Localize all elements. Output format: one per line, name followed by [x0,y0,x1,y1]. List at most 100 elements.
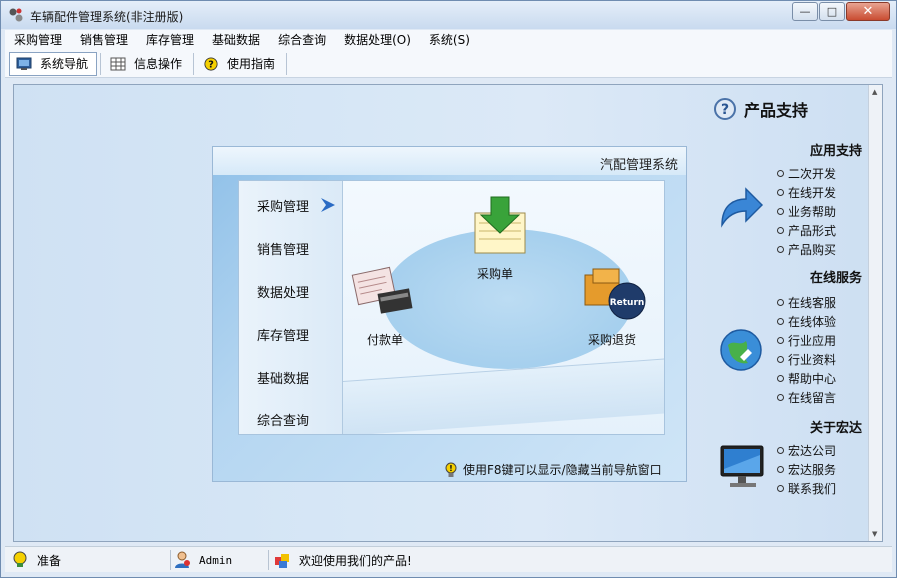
bullet-icon [777,466,784,473]
link-hongda-company[interactable]: 宏达公司 [777,442,836,459]
bullet-icon [777,394,784,401]
menu-bar: 采购管理 销售管理 库存管理 基础数据 综合查询 数据处理(O) 系统(S) [5,30,892,50]
toolbar-info-ops[interactable]: 信息操作 [104,52,190,76]
toolbar-user-guide[interactable]: ? 使用指南 [197,52,283,76]
globe-icon [720,329,762,371]
app-window: 车辆配件管理系统(非注册版) — □ ✕ 采购管理 销售管理 库存管理 基础数据… [0,0,897,578]
menu-system[interactable]: 系统(S) [420,30,479,50]
bullet-icon [777,227,784,234]
window-title: 车辆配件管理系统(非注册版) [30,10,184,24]
link-online-trial[interactable]: 在线体验 [777,313,836,330]
link-business-help[interactable]: 业务帮助 [777,203,836,220]
link-help-center[interactable]: 帮助中心 [777,370,836,387]
link-online-dev[interactable]: 在线开发 [777,184,836,201]
menu-query[interactable]: 综合查询 [269,30,335,50]
purchase-order-label[interactable]: 采购单 [477,265,513,282]
module-data-processing[interactable]: 数据处理 [257,282,309,301]
toolbar-system-nav[interactable]: 系统导航 [9,51,98,76]
support-help-icon: ? [714,98,736,120]
status-ready-text: 准备 [37,553,62,568]
link-industry-apps[interactable]: 行业应用 [777,332,836,349]
user-icon [175,551,190,568]
navigation-workspace: ▲ ▼ 汽配管理系统 采购管理 销售管理 数据处理 库存管理 基础数据 综合查询 [13,84,883,542]
purchase-return-icon[interactable]: Return [581,265,647,323]
menu-inventory[interactable]: 库存管理 [137,30,203,50]
bullet-icon [777,208,784,215]
module-basic-data[interactable]: 基础数据 [257,368,309,387]
menu-data-processing[interactable]: 数据处理(O) [335,30,420,50]
status-user-text: Admin [199,553,233,567]
selected-arrow-icon [321,198,335,212]
module-query[interactable]: 综合查询 [257,410,309,429]
bullet-icon [777,447,784,454]
link-product-form[interactable]: 产品形式 [777,222,836,239]
product-support-header: ? 产品支持 [714,97,808,121]
link-secondary-dev[interactable]: 二次开发 [777,165,836,182]
close-icon: ✕ [862,4,874,19]
grid-icon [110,57,126,70]
nav-toggle-hint-text: 使用F8键可以显示/隐藏当前导航窗口 [463,463,662,477]
link-product-purchase[interactable]: 产品购买 [777,241,836,258]
about-heading: 关于宏达 [810,421,863,436]
module-purchase[interactable]: 采购管理 [257,196,309,215]
share-arrow-icon [721,187,764,228]
nav-panel-title: 汽配管理系统 [599,158,678,173]
minimize-button[interactable]: — [792,2,818,21]
computer-monitor-icon [720,445,764,487]
link-leave-message[interactable]: 在线留言 [777,389,836,406]
vertical-scrollbar[interactable]: ▲ ▼ [868,85,882,541]
status-user: Admin [173,550,269,570]
page-curl-decoration [343,358,664,434]
bullet-icon [777,189,784,196]
menu-basic-data[interactable]: 基础数据 [203,30,269,50]
purchase-order-icon[interactable] [471,195,529,257]
toolbar-separator [286,52,288,75]
svg-text:?: ? [721,102,729,118]
bullet-icon [777,318,784,325]
return-badge-text: Return [610,298,645,308]
app-support-heading: 应用支持 [810,144,863,159]
payment-icon[interactable] [351,265,415,321]
svg-text:?: ? [208,59,214,70]
scroll-up-icon[interactable]: ▲ [872,88,877,96]
status-tip-icon [13,551,27,567]
link-online-service[interactable]: 在线客服 [777,294,836,311]
module-inventory[interactable]: 库存管理 [257,325,309,344]
toolbar: 系统导航 信息操作 ? 使用指南 [5,50,892,78]
window-controls: — □ ✕ [791,2,890,21]
nav-panel: 汽配管理系统 采购管理 销售管理 数据处理 库存管理 基础数据 综合查询 采购单… [212,146,687,482]
product-support-title: 产品支持 [744,101,809,120]
toolbar-separator [100,52,102,75]
bullet-icon [777,299,784,306]
status-welcome-text: 欢迎使用我们的产品! [299,553,412,568]
bullet-icon [777,485,784,492]
module-list: 采购管理 销售管理 数据处理 库存管理 基础数据 综合查询 [239,181,343,434]
payment-label[interactable]: 付款单 [367,331,403,348]
bullet-icon [777,375,784,382]
module-sales[interactable]: 销售管理 [257,239,309,258]
maximize-button[interactable]: □ [819,2,845,21]
bullet-icon [777,337,784,344]
close-button[interactable]: ✕ [846,2,890,21]
app-logo-icon [9,8,23,22]
module-content: 采购单 付款单 Return 采购退货 [343,181,664,434]
link-hongda-service[interactable]: 宏达服务 [777,461,836,478]
scroll-down-icon[interactable]: ▼ [872,530,877,538]
bullet-icon [777,170,784,177]
monitor-icon [16,57,32,70]
toolbar-info-ops-label: 信息操作 [134,57,183,71]
purchase-return-label[interactable]: 采购退货 [588,331,636,348]
maximize-icon: □ [826,5,838,18]
title-bar: 车辆配件管理系统(非注册版) — □ ✕ [1,1,896,29]
menu-sales[interactable]: 销售管理 [71,30,137,50]
bullet-icon [777,356,784,363]
lightbulb-icon: ! [445,462,457,477]
link-industry-docs[interactable]: 行业资料 [777,351,836,368]
link-contact-us[interactable]: 联系我们 [777,480,836,497]
online-service-heading: 在线服务 [810,271,863,286]
nav-panel-header: 汽配管理系统 [213,147,686,175]
nav-toggle-hint: ! 使用F8键可以显示/隐藏当前导航窗口 [443,461,662,478]
menu-purchase[interactable]: 采购管理 [5,30,71,50]
svg-text:!: ! [449,464,453,473]
product-box-icon [275,554,289,568]
